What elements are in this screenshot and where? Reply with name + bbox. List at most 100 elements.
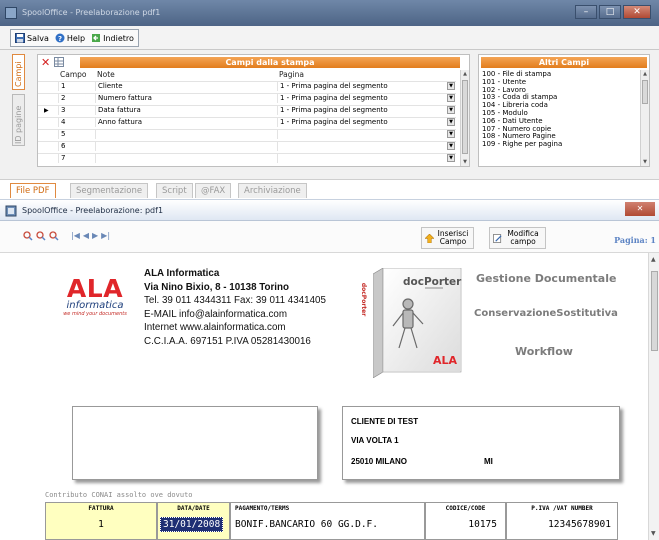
pagina-dropdown-button[interactable]: ▼ — [447, 142, 455, 150]
client-street: VIA VOLTA 1 — [351, 436, 399, 445]
payment-terms-value: BONIF.BANCARIO 60 GG.D.F. — [235, 519, 378, 530]
cell-note[interactable]: Numero fattura — [95, 94, 277, 103]
cell-campo[interactable]: 7 — [58, 154, 95, 163]
cell-campo[interactable]: 3 — [58, 106, 95, 115]
save-label: Salva — [27, 33, 49, 43]
cell-pagina[interactable]: 1 - Prima pagina del segmento — [277, 94, 456, 103]
invoice-date-value[interactable]: 31/01/2008 — [160, 517, 224, 532]
preview-window-title-bar: SpoolOffice - Preelaborazione: pdf1 ✕ — [0, 199, 659, 221]
altri-scroll-thumb[interactable] — [642, 80, 648, 104]
preview-window-title: SpoolOffice - Preelaborazione: pdf1 — [22, 206, 164, 215]
table-row[interactable]: 4 Anno fattura 1 - Prima pagina del segmen… — [38, 117, 456, 127]
cell-campo[interactable]: 6 — [58, 142, 95, 151]
help-button[interactable]: ? Help — [55, 33, 85, 43]
first-page-icon[interactable]: |◀ — [71, 231, 80, 241]
save-button[interactable]: Salva — [15, 33, 49, 43]
table-icon[interactable] — [54, 57, 64, 67]
cell-campo[interactable]: 4 — [58, 118, 95, 127]
table-row[interactable]: 2 Numero fattura 1 - Prima pagina del segm… — [38, 93, 456, 103]
client-city: 25010 MILANO — [351, 457, 408, 466]
cell-pagina[interactable] — [277, 142, 456, 151]
logo-sub: informatica — [66, 300, 124, 311]
help-label: Help — [66, 33, 86, 43]
pagina-dropdown-button[interactable]: ▼ — [447, 118, 455, 126]
edit-field-button[interactable]: Modifica campo — [489, 227, 546, 249]
cell-campo[interactable]: 2 — [58, 94, 95, 103]
help-icon: ? — [55, 33, 65, 43]
table-row[interactable]: 1 Cliente 1 - Prima pagina del segmento ▼ — [38, 81, 456, 91]
product-line-workflow: Workflow — [515, 345, 573, 358]
invoice-date-cell: DATA/DATE 31/01/2008 — [157, 502, 230, 540]
tab-campi[interactable]: Campi — [12, 54, 25, 90]
prev-page-icon[interactable]: ◀ — [83, 231, 89, 241]
campi-grid: ✕ Campi dalla stampa Campo Note Pagina 1… — [37, 54, 470, 167]
cell-note[interactable]: Cliente — [95, 82, 277, 91]
zoom-out-icon[interactable] — [36, 231, 46, 241]
minimize-button[interactable]: – — [575, 5, 597, 19]
close-button[interactable]: ✕ — [623, 5, 651, 19]
logo-tagline: we mind your documents — [63, 311, 127, 317]
campi-scroll-thumb[interactable] — [462, 80, 468, 154]
logo-name: ALA — [66, 274, 124, 303]
preview-scrollbar[interactable]: ▲ ▼ — [648, 253, 659, 540]
last-page-icon[interactable]: ▶| — [101, 231, 110, 241]
tab-id-pagine-label: ID pagine — [14, 105, 23, 144]
cell-note[interactable] — [95, 154, 277, 163]
cell-note[interactable]: Anno fattura — [95, 118, 277, 127]
bottom-tabs: File PDF Segmentazione Script @FAX Archi… — [10, 183, 650, 198]
altri-scrollbar[interactable]: ▲ ▼ — [640, 70, 649, 166]
list-item[interactable]: 109 - Righe per pagina — [482, 140, 562, 149]
table-row[interactable]: 5 ▼ — [38, 129, 456, 139]
tab-fax[interactable]: @FAX — [195, 183, 232, 198]
pagina-dropdown-button[interactable]: ▼ — [447, 106, 455, 114]
company-info: ALA Informatica Via Nino Bixio, 8 - 1013… — [144, 267, 326, 348]
cell-note[interactable]: Data fattura — [95, 106, 277, 115]
cell-note[interactable] — [95, 142, 277, 151]
campi-scrollbar[interactable]: ▲ ▼ — [460, 70, 469, 166]
tab-segmentazione[interactable]: Segmentazione — [70, 183, 149, 198]
cell-pagina[interactable]: 1 - Prima pagina del segmento — [277, 106, 456, 115]
window-title: SpoolOffice - Preelaborazione pdf1 — [22, 8, 161, 17]
cell-note[interactable] — [95, 130, 277, 139]
maximize-button[interactable]: □ — [599, 5, 621, 19]
cell-pagina[interactable] — [277, 154, 456, 163]
product-line-conservazione: ConservazioneSostitutiva — [474, 308, 618, 319]
fields-panel: Campi ID pagine ✕ Campi dalla stampa Cam… — [0, 50, 659, 180]
delete-icon[interactable]: ✕ — [41, 56, 50, 69]
pagina-dropdown-button[interactable]: ▼ — [447, 130, 455, 138]
cell-campo[interactable]: 5 — [58, 130, 95, 139]
back-button[interactable]: Indietro — [91, 33, 134, 43]
back-icon — [92, 34, 101, 42]
cell-pagina[interactable] — [277, 130, 456, 139]
company-website: Internet www.alainformatica.com — [144, 322, 286, 333]
cell-pagina[interactable]: 1 - Prima pagina del segmento — [277, 82, 456, 91]
client-name: CLIENTE DI TEST — [351, 417, 419, 426]
preview-scroll-thumb[interactable] — [651, 271, 658, 351]
table-row[interactable]: 6 ▼ — [38, 141, 456, 151]
insert-field-button[interactable]: Inserisci Campo — [421, 227, 474, 249]
table-row[interactable]: 7 ▼ — [38, 153, 456, 163]
zoom-fit-icon[interactable] — [49, 231, 59, 241]
cell-pagina[interactable]: 1 - Prima pagina del segmento — [277, 118, 456, 127]
preview-close-button[interactable]: ✕ — [625, 202, 655, 216]
zoom-in-icon[interactable] — [23, 231, 33, 241]
table-row[interactable]: ▶ 3 Data fattura 1 - Prima pagina del segme… — [38, 105, 456, 115]
payment-terms-header: PAGAMENTO/TERMS — [235, 505, 290, 512]
tab-script[interactable]: Script — [156, 183, 193, 198]
insert-field-icon — [425, 234, 434, 243]
tab-id-pagine[interactable]: ID pagine — [12, 94, 25, 146]
invoice-number-cell: FATTURA 1 — [45, 502, 157, 540]
customer-code-cell: CODICE/CODE 10175 — [425, 502, 506, 540]
tab-campi-label: Campi — [14, 61, 23, 87]
row-selector[interactable]: ▶ — [44, 106, 49, 115]
cell-campo[interactable]: 1 — [58, 82, 95, 91]
pagina-dropdown-button[interactable]: ▼ — [447, 82, 455, 90]
tab-file-pdf[interactable]: File PDF — [10, 183, 56, 198]
svg-text:?: ? — [58, 35, 62, 43]
tab-archiviazione[interactable]: Archiviazione — [238, 183, 307, 198]
product-side-label: docPorter — [360, 282, 368, 317]
campi-header: Campi dalla stampa — [80, 57, 460, 68]
pagina-dropdown-button[interactable]: ▼ — [447, 154, 455, 162]
next-page-icon[interactable]: ▶ — [92, 231, 98, 241]
pagina-dropdown-button[interactable]: ▼ — [447, 94, 455, 102]
